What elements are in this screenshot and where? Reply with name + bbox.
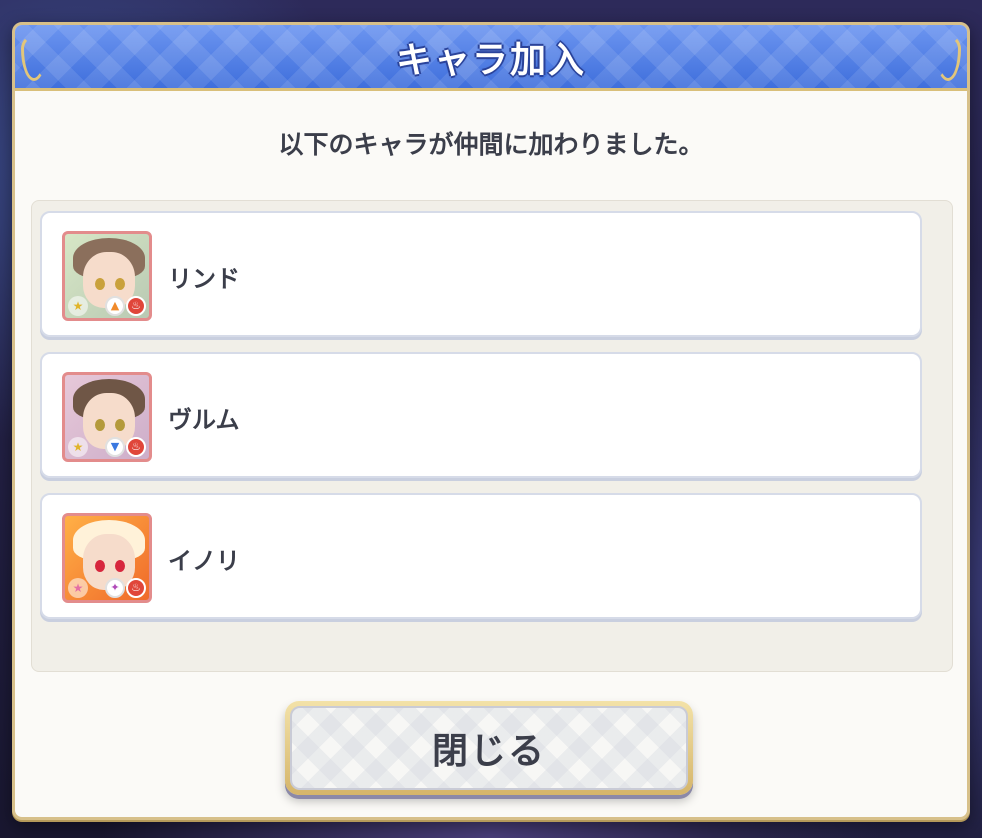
fire-icon: ♨ xyxy=(126,437,146,457)
close-button-frame: 閉じる xyxy=(285,701,693,795)
ornament-right-icon xyxy=(935,35,961,81)
character-join-dialog: キャラ加入 以下のキャラが仲間に加わりました。 ★ ▲ ♨ リンド ★ ▼ ♨ … xyxy=(12,22,970,820)
star-icon: ★ xyxy=(68,578,88,598)
star-icon: ★ xyxy=(68,437,88,457)
character-row-inori: ★ ✦ ♨ イノリ xyxy=(40,493,922,619)
character-avatar: ★ ▲ ♨ xyxy=(62,231,152,321)
character-avatar: ★ ✦ ♨ xyxy=(62,513,152,603)
close-button[interactable]: 閉じる xyxy=(290,706,688,790)
dialog-title: キャラ加入 xyxy=(395,39,586,81)
character-list: ★ ▲ ♨ リンド ★ ▼ ♨ ヴルム ★ ✦ ♨ イノリ xyxy=(31,200,953,672)
character-name: ヴルム xyxy=(168,406,240,434)
fire-icon: ♨ xyxy=(126,578,146,598)
arrow-up-icon: ▲ xyxy=(105,296,125,316)
character-name: リンド xyxy=(168,265,240,293)
wand-icon: ✦ xyxy=(105,578,125,598)
character-row-lind: ★ ▲ ♨ リンド xyxy=(40,211,922,337)
character-row-wurm: ★ ▼ ♨ ヴルム xyxy=(40,352,922,478)
character-avatar: ★ ▼ ♨ xyxy=(62,372,152,462)
dialog-title-bar: キャラ加入 xyxy=(15,25,967,91)
character-name: イノリ xyxy=(168,547,240,575)
star-icon: ★ xyxy=(68,296,88,316)
ornament-left-icon xyxy=(21,35,47,81)
arrow-down-icon: ▼ xyxy=(105,437,125,457)
join-message: 以下のキャラが仲間に加わりました。 xyxy=(278,130,704,159)
fire-icon: ♨ xyxy=(126,296,146,316)
